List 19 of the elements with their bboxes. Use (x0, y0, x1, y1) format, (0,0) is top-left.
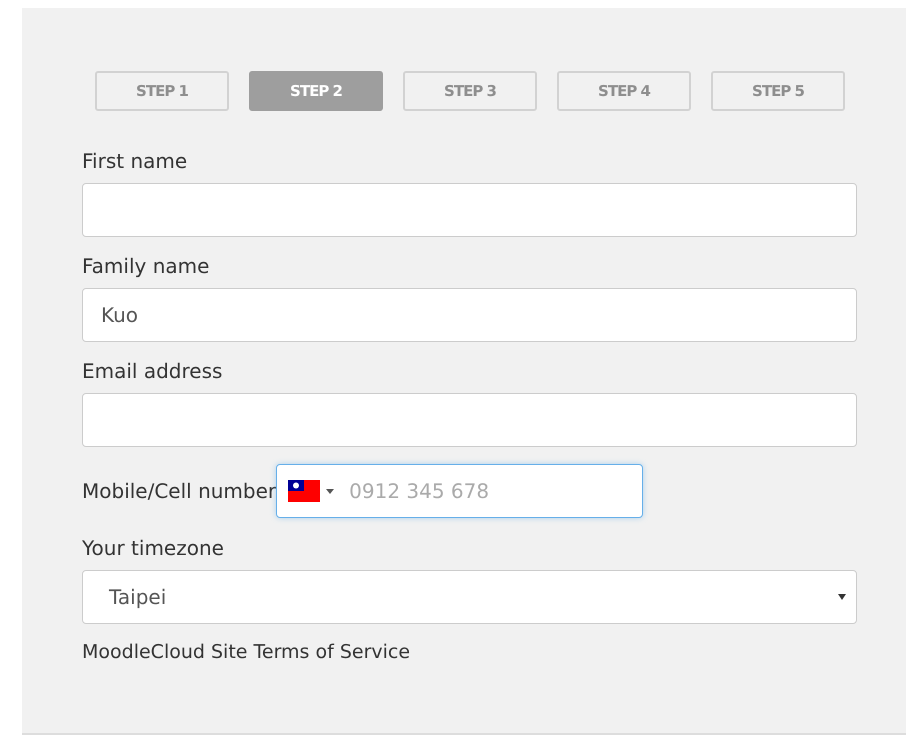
step-tab[interactable]: STEP 5 (711, 71, 845, 111)
field-label: Family name (82, 254, 210, 278)
field-label: Mobile/Cell number (82, 479, 276, 503)
input-field[interactable]: Kuo (82, 288, 857, 342)
phone-field[interactable]: 0912 345 678 (276, 464, 644, 518)
step-tab[interactable]: STEP 4 (557, 71, 691, 111)
step-tab[interactable]: STEP 2 (249, 71, 383, 111)
timezone-select[interactable]: Taipei (82, 570, 857, 624)
field-label: Email address (82, 359, 224, 383)
field-label: First name (82, 149, 188, 173)
caret-icon[interactable] (838, 594, 846, 600)
input-field[interactable] (82, 393, 857, 447)
step-tab[interactable]: STEP 1 (95, 71, 229, 111)
input-field[interactable] (82, 183, 857, 237)
terms-heading: MoodleCloud Site Terms of Service (82, 641, 412, 663)
caret-icon[interactable] (326, 489, 334, 494)
field-label: Your timezone (82, 536, 225, 560)
step-tab[interactable]: STEP 3 (403, 71, 537, 111)
flag-icon[interactable] (288, 480, 320, 502)
